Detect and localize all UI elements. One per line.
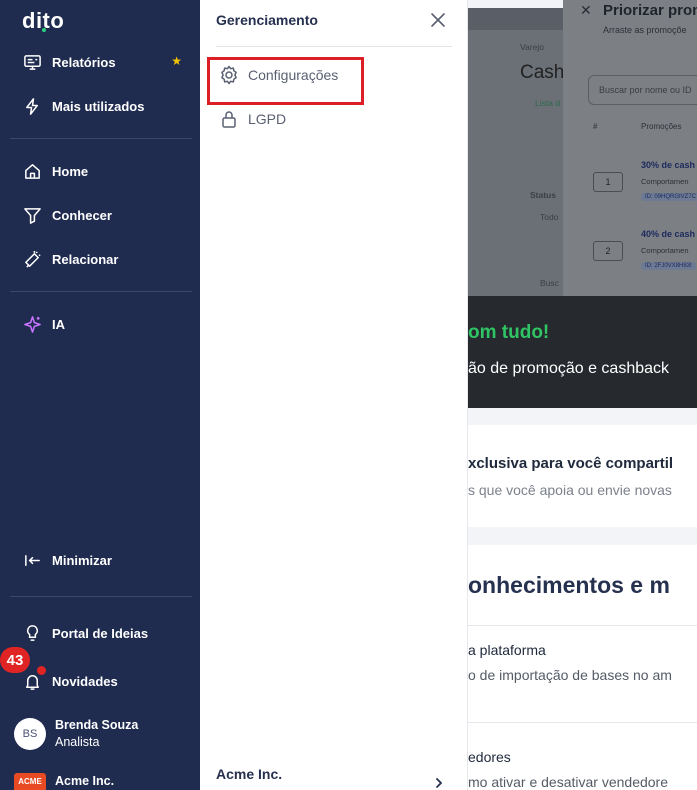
article-title[interactable]: a plataforma [468, 642, 546, 658]
panel-company-name[interactable]: Acme Inc. [216, 766, 282, 782]
modal-subtitle: Arraste as promoçõe [603, 25, 687, 35]
promo-desc: Comportamen [641, 246, 689, 255]
panel-item-lgpd[interactable]: LGPD [218, 107, 286, 131]
user-name[interactable]: Brenda Souza [55, 718, 138, 732]
minimize-label: Minimizar [52, 552, 112, 568]
company-name[interactable]: Acme Inc. [55, 774, 114, 788]
sidebar-item-label: IA [52, 316, 65, 332]
star-icon[interactable]: ★ [171, 54, 182, 68]
notification-dot [37, 666, 46, 675]
user-role: Analista [55, 735, 100, 749]
close-icon [431, 13, 445, 27]
sidebar-item-novidades[interactable]: Novidades [22, 669, 192, 693]
collapse-left-icon [22, 550, 42, 570]
sidebar-item-relacionar[interactable]: Relacionar [22, 247, 192, 271]
promo-name: 40% de cash [641, 229, 696, 239]
sidebar-item-label: Home [52, 163, 89, 179]
divider [468, 625, 697, 626]
sidebar-divider [10, 596, 192, 597]
sidebar-divider [10, 291, 192, 292]
sidebar-item-relatorios[interactable]: Relatórios ★ [22, 50, 192, 74]
company-logo[interactable]: ACME [14, 773, 46, 790]
status-label: Status [530, 190, 556, 200]
panel-divider [216, 46, 452, 47]
lightning-icon [22, 96, 42, 116]
sidebar-item-label: Relacionar [52, 251, 119, 267]
modal-close-icon[interactable]: ✕ [580, 2, 592, 19]
banner-title: om tudo! [468, 322, 550, 343]
page-title: Cash [520, 62, 565, 83]
background-page: Varejo Cash Lista d Status Todo Busc ✕ P… [468, 0, 697, 790]
sidebar-item-portal-ideias[interactable]: Portal de Ideias [22, 621, 192, 645]
exclusive-section: xclusiva para você compartil s que você … [468, 425, 697, 527]
modal-body: ✕ Priorizar promo Arraste as promoçõe Bu… [563, 0, 697, 296]
lightbulb-icon [22, 623, 42, 643]
panel-title: Gerenciamento [216, 12, 318, 28]
promo-name: 30% de cash [641, 160, 696, 170]
report-icon [22, 52, 42, 72]
promo-banner: om tudo! ão de promoção e cashback [468, 296, 697, 408]
sidebar-item-conhecer[interactable]: Conhecer [22, 203, 192, 227]
home-icon [22, 161, 42, 181]
sidebar-item-label: Conhecer [52, 207, 112, 223]
knowledge-heading: onhecimentos e m [468, 572, 670, 598]
sidebar-item-label: Novidades [52, 673, 118, 689]
promo-id: ID: 2FJ0VX8H83I [641, 262, 696, 270]
app-root: Varejo Cash Lista d Status Todo Busc ✕ P… [0, 0, 697, 790]
minimize-button[interactable]: Minimizar [22, 548, 192, 572]
breadcrumb: Varejo [520, 42, 544, 52]
sidebar-item-label: Relatórios [52, 54, 116, 70]
modal-title: Priorizar promo [603, 2, 697, 19]
sidebar-item-mais-utilizados[interactable]: Mais utilizados [22, 94, 192, 118]
status-select[interactable]: Todo [540, 212, 558, 222]
panel-item-label: LGPD [248, 111, 287, 127]
article-title[interactable]: edores [468, 749, 511, 765]
row-number[interactable]: 1 [593, 172, 623, 192]
sparkle-icon [22, 314, 42, 334]
sidebar-divider [10, 138, 192, 139]
exclusive-title: xclusiva para você compartil [468, 455, 674, 472]
dito-logo[interactable]: dito [22, 8, 64, 34]
close-button[interactable] [426, 8, 450, 32]
sidebar: dito Relatórios ★ Mais utilizados Home C… [0, 0, 200, 790]
promo-id: ID: 09HQRGIVZ7C [641, 193, 697, 201]
article-description: o de importação de bases no am [468, 667, 672, 683]
tab-list[interactable]: Lista d [535, 98, 560, 108]
notification-badge[interactable]: 43 [0, 647, 30, 673]
modal-search-input[interactable]: Buscar por nome ou ID [588, 75, 697, 105]
row-number[interactable]: 2 [593, 241, 623, 261]
col-promo: Promoções [641, 122, 682, 131]
logo-dot [42, 28, 46, 32]
col-number: # [593, 122, 598, 131]
highlight-box [207, 57, 364, 105]
chevron-right-icon[interactable] [432, 776, 446, 790]
search-stub[interactable]: Busc [540, 278, 559, 288]
divider [468, 722, 697, 723]
sidebar-item-ia[interactable]: IA [22, 312, 192, 336]
management-panel: Gerenciamento Configurações LGPD Acme In… [200, 0, 468, 790]
lock-icon [218, 108, 240, 130]
article-description: mo ativar e desativar vendedore [468, 774, 668, 790]
megaphone-icon [22, 249, 42, 269]
knowledge-section: onhecimentos e m a plataforma o de impor… [468, 545, 697, 790]
banner-subtitle: ão de promoção e cashback [468, 360, 670, 377]
sidebar-item-home[interactable]: Home [22, 159, 192, 183]
filter-icon [22, 205, 42, 225]
sidebar-item-label: Portal de Ideias [52, 625, 149, 641]
exclusive-subtitle: s que você apoia ou envie novas [468, 482, 672, 498]
avatar[interactable]: BS [14, 718, 46, 750]
sidebar-item-label: Mais utilizados [52, 98, 145, 114]
promo-desc: Comportamen [641, 177, 689, 186]
